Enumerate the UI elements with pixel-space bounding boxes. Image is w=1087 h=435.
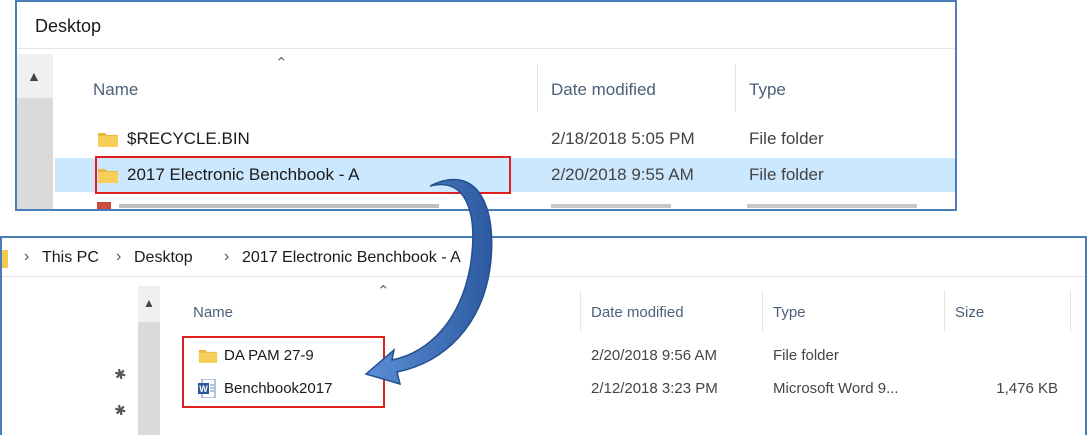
column-divider[interactable] [537, 64, 538, 112]
file-row-recycle-bin[interactable]: $RECYCLE.BIN 2/18/2018 5:05 PM File fold… [55, 122, 955, 156]
scroll-thumb[interactable] [17, 98, 53, 209]
window-title: Desktop [35, 16, 102, 36]
column-divider[interactable] [944, 290, 945, 332]
pdf-icon [97, 202, 111, 209]
column-header-size[interactable]: Size [955, 304, 984, 321]
file-type: File folder [749, 165, 824, 184]
file-date: 2/20/2018 9:56 AM [591, 347, 717, 364]
column-header-type[interactable]: Type [773, 304, 806, 321]
sort-chevron-icon: ⌃ [275, 55, 288, 72]
top-explorer-window: Desktop ▲ ⌃ Name Date modified Type $REC… [15, 0, 957, 211]
highlight-callout-top [95, 156, 511, 194]
file-type: File folder [749, 129, 824, 148]
file-type [747, 204, 917, 208]
column-divider[interactable] [580, 290, 581, 332]
file-type: Microsoft Word 9... [773, 380, 899, 397]
column-header-date[interactable]: Date modified [591, 304, 684, 321]
column-divider[interactable] [762, 290, 763, 332]
chevron-right-icon: › [224, 248, 230, 265]
column-header-type[interactable]: Type [749, 80, 786, 100]
column-header-date[interactable]: Date modified [551, 80, 656, 100]
file-name [119, 204, 439, 208]
file-date: 2/12/2018 3:23 PM [591, 380, 718, 397]
pin-icon[interactable]: ✱ [110, 364, 130, 384]
sort-chevron-icon: ⌃ [377, 283, 390, 300]
breadcrumb-current-folder[interactable]: 2017 Electronic Benchbook - A [242, 249, 461, 267]
highlight-callout-bottom [182, 336, 385, 408]
address-divider [2, 276, 1085, 277]
file-row-partial[interactable] [97, 202, 937, 209]
folder-icon [2, 250, 8, 268]
column-header-name[interactable]: Name [193, 304, 233, 321]
bottom-explorer-window: › This PC › Desktop › 2017 Electronic Be… [0, 236, 1087, 435]
column-divider[interactable] [735, 64, 736, 112]
scroll-up-icon[interactable]: ▲ [27, 68, 41, 84]
scroll-up-icon[interactable]: ▲ [143, 296, 155, 310]
scroll-thumb[interactable] [138, 322, 160, 435]
column-header-name[interactable]: Name [93, 80, 138, 100]
breadcrumb-this-pc[interactable]: This PC [42, 249, 99, 267]
file-type: File folder [773, 347, 839, 364]
file-date: 2/18/2018 5:05 PM [551, 129, 695, 148]
column-divider[interactable] [1070, 290, 1071, 332]
file-date [551, 204, 671, 208]
file-date: 2/20/2018 9:55 AM [551, 165, 694, 184]
pin-icon[interactable]: ✱ [110, 400, 130, 420]
folder-icon [98, 133, 118, 147]
chevron-right-icon: › [116, 248, 122, 265]
breadcrumb-desktop[interactable]: Desktop [134, 249, 193, 267]
file-size: 1,476 KB [996, 380, 1058, 397]
file-name: $RECYCLE.BIN [127, 129, 250, 148]
chevron-right-icon: › [24, 248, 30, 265]
title-divider [17, 48, 955, 49]
